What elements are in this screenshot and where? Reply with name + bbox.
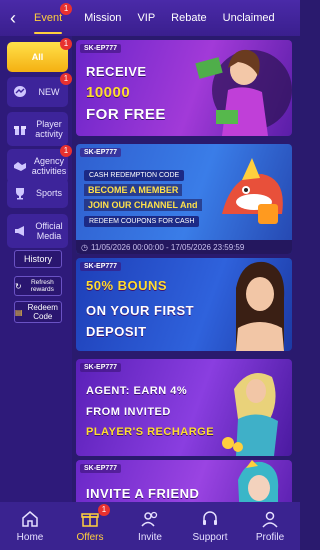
history-label: History: [23, 254, 52, 264]
nav-label: Support: [192, 532, 228, 543]
bottom-navigation: Home Offers 1 Invite Support Profile: [0, 502, 300, 550]
sidebar-badge: 1: [60, 38, 72, 50]
banner-line: ON YOUR FIRST: [86, 303, 195, 318]
tab-mission[interactable]: Mission: [76, 0, 129, 36]
mermaid-illustration: [222, 373, 278, 456]
refresh-label: Refresh rewards: [30, 279, 54, 293]
gift-icon: [10, 122, 30, 136]
banner-line: PLAYER'S RECHARGE: [86, 426, 215, 438]
date-text: 11/05/2026 00:00:00 - 17/05/2026 23:59:5…: [90, 242, 245, 252]
shark-mascot-illustration: [222, 158, 283, 224]
nav-badge: 1: [98, 504, 110, 516]
sidebar-item-official-media[interactable]: Official Media: [7, 214, 68, 248]
model-girl-illustration: [236, 261, 285, 351]
tab-label: VIP: [137, 12, 156, 24]
promo-banner-invite[interactable]: SK-EP777 INVITE A FRIEND: [76, 460, 292, 502]
promo-code-tag: SK-EP777: [80, 464, 122, 473]
nav-label: Invite: [138, 532, 162, 543]
top-tab-bar: ‹ Event 1 Mission VIP Rebate Unclaimed: [0, 0, 300, 36]
anime-girl-illustration: [238, 460, 279, 502]
banner-line: FROM INVITED: [86, 406, 171, 418]
category-sidebar: All 1 NEW 1 Player activity Agency activ…: [0, 36, 72, 502]
history-button[interactable]: History: [14, 250, 62, 268]
promo-banner-first-deposit[interactable]: SK-EP777 50% BOUNS ON YOUR FIRST DEPOSIT: [76, 258, 292, 351]
banner-line: 10000: [86, 84, 131, 101]
redeem-code-button[interactable]: ▤ Redeem Code: [14, 301, 62, 323]
sidebar-item-label: Official Media: [35, 221, 63, 241]
nav-label: Home: [16, 532, 44, 543]
promo-code-tag: SK-EP777: [80, 363, 122, 372]
promo-code-tag: SK-EP777: [80, 262, 122, 271]
nav-support[interactable]: Support: [180, 502, 240, 550]
sidebar-item-label: Agency activities: [31, 156, 67, 176]
banner-line: JOIN OUR CHANNEL And: [84, 199, 202, 211]
nav-offers[interactable]: Offers 1: [60, 502, 120, 550]
users-icon: [141, 511, 158, 527]
refresh-rewards-button[interactable]: ↻ Refresh rewards: [14, 276, 62, 296]
sidebar-item-label: Player activity: [35, 119, 63, 139]
sidebar-badge: 1: [60, 73, 72, 85]
tab-unclaimed[interactable]: Unclaimed: [215, 0, 283, 36]
banner-line: RECEIVE: [86, 64, 147, 79]
promo-banner-redemption[interactable]: SK-EP777 CASH REDEMPTION CODE BECOME A M…: [76, 144, 292, 254]
gift-box-icon: [81, 513, 99, 527]
tab-rebate[interactable]: Rebate: [163, 0, 214, 36]
promo-code-tag: SK-EP777: [80, 44, 122, 53]
banner-line: DEPOSIT: [86, 324, 147, 339]
banner-line: BECOME A MEMBER: [84, 184, 183, 196]
nav-profile[interactable]: Profile: [240, 502, 300, 550]
casino-girl-illustration: [195, 49, 292, 136]
banner-line: INVITE A FRIEND: [86, 486, 200, 501]
tab-label: Event: [34, 12, 63, 24]
messenger-icon: [10, 85, 30, 99]
sidebar-item-sports[interactable]: Sports: [7, 178, 68, 208]
redeem-label: Redeem Code: [27, 303, 58, 321]
banner-pill: REDEEM COUPONS FOR CASH: [84, 216, 200, 227]
nav-home[interactable]: Home: [0, 502, 60, 550]
promo-code-tag: SK-EP777: [80, 148, 122, 157]
banner-line: AGENT: EARN 4%: [86, 385, 188, 397]
tab-list: Event 1 Mission VIP Rebate Unclaimed: [26, 0, 300, 36]
tab-label: Mission: [84, 12, 122, 24]
sidebar-item-label: NEW: [38, 87, 60, 97]
headset-icon: [203, 511, 217, 525]
clock-icon: ◷: [81, 242, 88, 252]
user-icon: [262, 511, 278, 528]
refresh-icon: ↻: [15, 281, 22, 291]
nav-invite[interactable]: Invite: [120, 502, 180, 550]
tab-event[interactable]: Event 1: [26, 0, 73, 36]
trophy-icon: [10, 186, 30, 200]
tab-label: Unclaimed: [222, 12, 275, 24]
promotion-list: SK-EP777 RECEIVE 10000 FOR FREE SK-EP777…: [76, 36, 292, 502]
promo-date-range: ◷ 11/05/2026 00:00:00 - 17/05/2026 23:59…: [76, 240, 292, 254]
banner-pill: CASH REDEMPTION CODE: [84, 170, 185, 181]
sidebar-item-label: All: [31, 52, 44, 62]
banner-line: 50% BOUNS: [86, 278, 168, 293]
tab-badge: 1: [60, 3, 73, 15]
sidebar-badge: 1: [60, 145, 72, 157]
tab-vip[interactable]: VIP: [129, 0, 163, 36]
home-icon: [22, 511, 38, 527]
megaphone-icon: [10, 224, 30, 238]
sidebar-item-new[interactable]: NEW 1: [7, 73, 72, 107]
ticket-icon: ▤: [15, 307, 23, 317]
banner-line: FOR FREE: [86, 106, 166, 123]
sidebar-item-label: Sports: [35, 188, 62, 198]
nav-label: Offers: [76, 532, 104, 543]
tab-label: Rebate: [171, 12, 207, 24]
handshake-icon: [10, 159, 30, 173]
sidebar-item-player-activity[interactable]: Player activity: [7, 112, 68, 146]
promo-banner-agent[interactable]: SK-EP777 AGENT: EARN 4% FROM INVITED PLA…: [76, 359, 292, 456]
promo-banner-receive[interactable]: SK-EP777 RECEIVE 10000 FOR FREE: [76, 40, 292, 136]
nav-label: Profile: [255, 532, 285, 543]
sidebar-item-all[interactable]: All 1: [7, 38, 72, 72]
chevron-left-icon[interactable]: ‹: [0, 0, 26, 36]
